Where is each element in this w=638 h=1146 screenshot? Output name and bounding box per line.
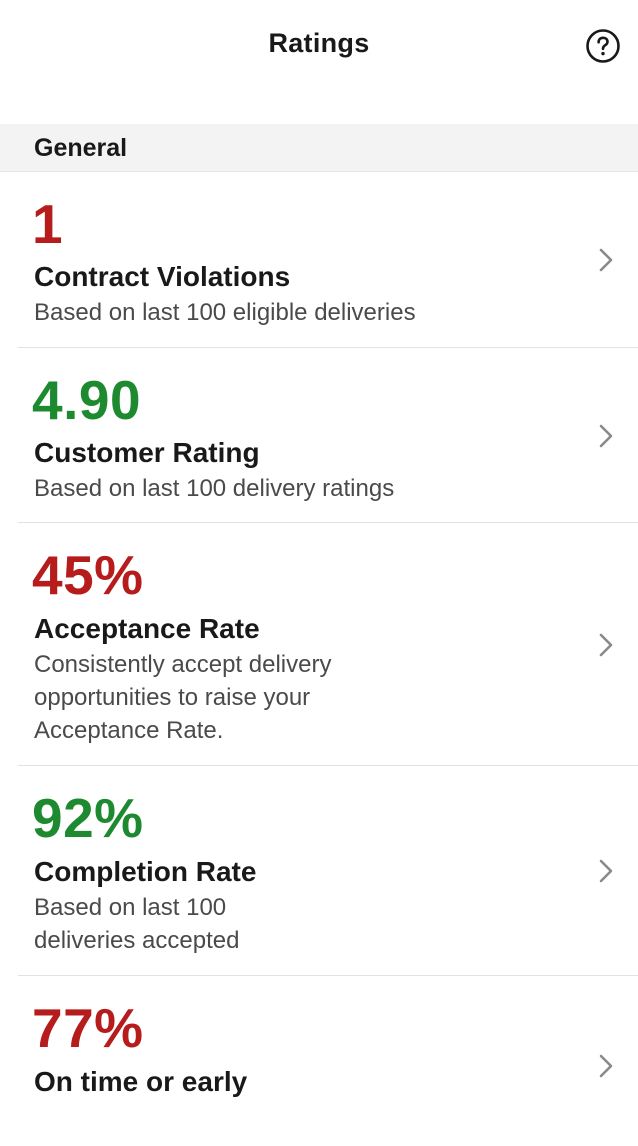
on-time-title: On time or early xyxy=(34,1066,248,1097)
completion-rate-title: Completion Rate xyxy=(34,856,257,887)
completion-rate-subtitle-line-2: deliveries accepted xyxy=(34,927,240,954)
section-header-general: General xyxy=(0,124,638,172)
section-label: General xyxy=(34,134,128,162)
page-title: Ratings xyxy=(268,28,370,58)
acceptance-rate-subtitle-line-3: Acceptance Rate. xyxy=(34,717,224,744)
chevron-right-icon xyxy=(599,424,613,448)
completion-rate-value: 92% xyxy=(32,787,144,849)
rating-row-acceptance-rate[interactable]: 45% Acceptance Rate Consistently accept … xyxy=(0,523,638,766)
rating-row-contract-violations[interactable]: 1 Contract Violations Based on last 100 … xyxy=(0,172,638,348)
acceptance-rate-title: Acceptance Rate xyxy=(34,613,260,644)
chevron-right-icon xyxy=(599,859,613,883)
rating-row-completion-rate[interactable]: 92% Completion Rate Based on last 100 de… xyxy=(0,766,638,976)
completion-rate-subtitle-line-1: Based on last 100 xyxy=(34,894,227,921)
question-circle-icon[interactable] xyxy=(585,28,621,64)
contract-violations-subtitle: Based on last 100 eligible deliveries xyxy=(34,299,416,326)
rating-row-customer-rating[interactable]: 4.90 Customer Rating Based on last 100 d… xyxy=(0,348,638,523)
contract-violations-title: Contract Violations xyxy=(34,261,291,292)
on-time-value: 77% xyxy=(32,997,144,1059)
contract-violations-value: 1 xyxy=(32,193,64,255)
top-bar: Ratings xyxy=(0,0,638,124)
rating-row-on-time-or-early[interactable]: 77% On time or early xyxy=(0,976,638,1146)
acceptance-rate-subtitle-line-2: opportunities to raise your xyxy=(34,684,311,711)
chevron-right-icon xyxy=(599,248,613,272)
customer-rating-title: Customer Rating xyxy=(34,437,260,468)
chevron-right-icon xyxy=(599,633,613,657)
customer-rating-value: 4.90 xyxy=(32,369,142,431)
acceptance-rate-value: 45% xyxy=(32,544,144,606)
chevron-right-icon xyxy=(599,1054,613,1078)
customer-rating-subtitle: Based on last 100 delivery ratings xyxy=(34,475,395,502)
acceptance-rate-subtitle-line-1: Consistently accept delivery xyxy=(34,651,332,678)
